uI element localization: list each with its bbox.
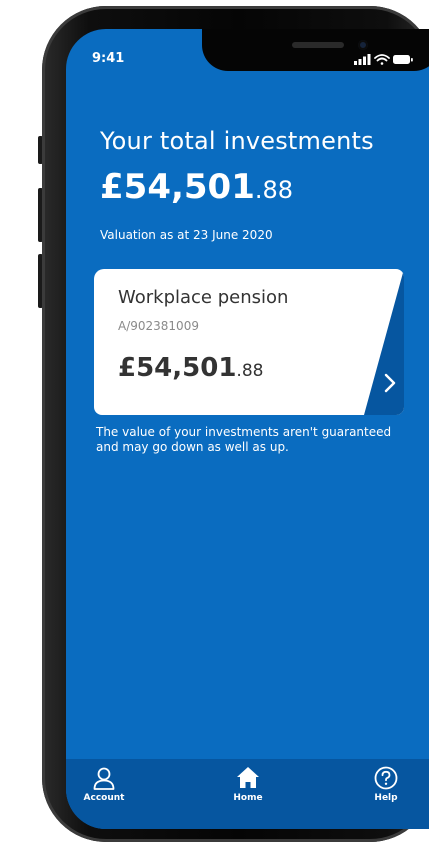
page: 9:41 Your total investments £54,501.88 V… [0, 0, 429, 842]
speaker-grille [292, 42, 344, 48]
nav-label-help: Help [374, 793, 398, 803]
card-title: Workplace pension [118, 287, 289, 308]
investment-disclaimer: The value of your investments aren't gua… [96, 425, 392, 454]
nav-label-home: Home [233, 793, 263, 803]
signal-icon [354, 54, 371, 65]
card-value: £54,501.88 [118, 353, 263, 383]
nav-item-home[interactable]: Home [218, 765, 278, 803]
workplace-pension-card[interactable]: Workplace pension A/902381009 £54,501.88 [94, 269, 404, 415]
home-icon [237, 767, 259, 788]
person-icon [93, 767, 115, 790]
chevron-right-icon[interactable] [382, 371, 398, 395]
card-value-minor: .88 [236, 361, 264, 381]
nav-item-help[interactable]: Help [356, 765, 416, 803]
wifi-icon [374, 54, 390, 65]
front-camera [358, 40, 368, 50]
bottom-nav: Account Home Help [66, 759, 429, 829]
total-investments-heading: Your total investments [100, 127, 374, 155]
valuation-date: Valuation as at 23 June 2020 [100, 228, 273, 242]
status-time: 9:41 [92, 51, 125, 66]
battery-icon [393, 55, 413, 64]
card-account-number: A/902381009 [118, 319, 199, 333]
card-value-major: £54,501 [118, 353, 237, 383]
help-icon [374, 766, 398, 790]
status-icons [354, 51, 414, 65]
app-screen: 9:41 Your total investments £54,501.88 V… [66, 29, 429, 829]
status-icons-svg [354, 54, 413, 65]
nav-label-account: Account [83, 793, 125, 803]
total-investments-value: £54,501.88 [100, 167, 293, 207]
total-value-minor: .88 [254, 176, 294, 204]
nav-item-account[interactable]: Account [74, 765, 134, 803]
total-value-major: £54,501 [100, 167, 255, 207]
